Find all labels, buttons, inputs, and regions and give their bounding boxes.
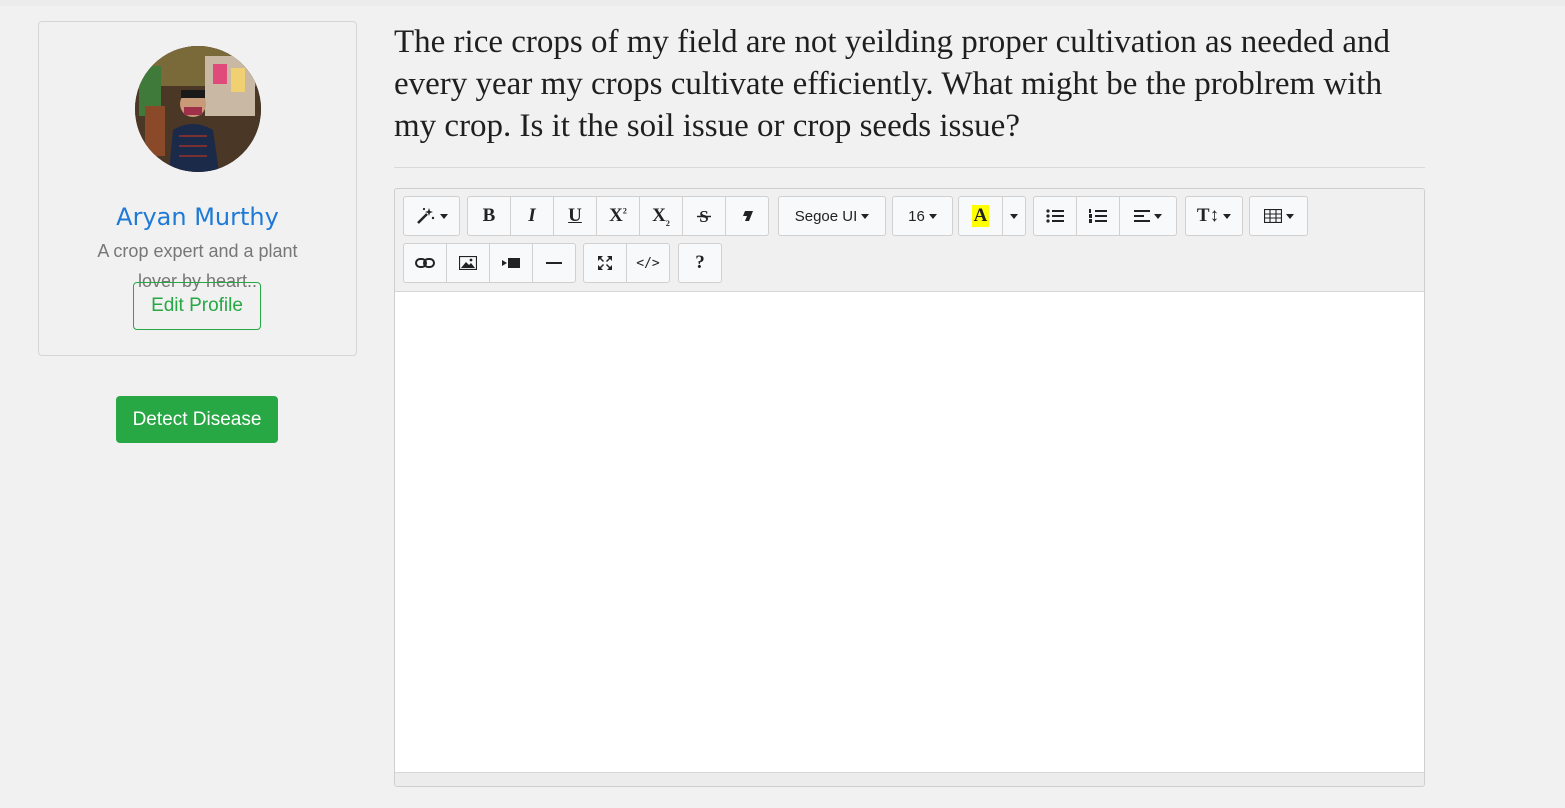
clear-format-button[interactable] — [725, 196, 769, 236]
editor-toolbar: B I U X2 X2 Segoe UI 16 A T↕ </> ? — [395, 189, 1424, 291]
color-dropdown-button[interactable] — [1002, 196, 1026, 236]
bold-button[interactable]: B — [467, 196, 511, 236]
font-size-group: 16 — [892, 196, 953, 236]
link-icon — [415, 258, 435, 268]
question-title: The rice crops of my field are not yeild… — [394, 24, 1391, 144]
bullet-list-icon — [1046, 209, 1064, 223]
video-icon — [502, 258, 520, 268]
help-button[interactable]: ? — [678, 243, 722, 283]
top-strip — [0, 0, 1565, 6]
numbered-list-icon — [1089, 209, 1107, 223]
magic-wand-icon — [416, 207, 434, 224]
link-button[interactable] — [403, 243, 447, 283]
line-height-group: T↕ — [1185, 196, 1243, 236]
profile-card: Aryan Murthy A crop expert and a plant l… — [38, 21, 357, 356]
align-left-icon — [1134, 210, 1150, 222]
text-color-icon: A — [971, 205, 990, 227]
picture-icon — [459, 256, 477, 270]
rich-text-editor: B I U X2 X2 Segoe UI 16 A T↕ </> ? — [394, 188, 1425, 787]
underline-icon: U — [568, 205, 582, 226]
style-group — [403, 196, 460, 236]
ordered-list-button[interactable] — [1076, 196, 1120, 236]
help-icon: ? — [695, 252, 705, 273]
fullscreen-button[interactable] — [583, 243, 627, 283]
text-color-button[interactable]: A — [958, 196, 1003, 236]
fullscreen-icon — [598, 256, 612, 270]
eraser-icon — [741, 211, 753, 221]
help-group: ? — [678, 243, 722, 283]
strikethrough-button[interactable]: S — [682, 196, 726, 236]
italic-button[interactable]: I — [510, 196, 554, 236]
table-icon — [1263, 209, 1282, 223]
font-style-group: B I U X2 X2 S — [467, 196, 769, 236]
superscript-button[interactable]: X2 — [596, 196, 640, 236]
unordered-list-button[interactable] — [1033, 196, 1077, 236]
subscript-icon: X2 — [652, 204, 670, 228]
style-button[interactable] — [403, 196, 460, 236]
paragraph-group — [1033, 196, 1177, 236]
underline-button[interactable]: U — [553, 196, 597, 236]
color-group: A — [958, 196, 1026, 236]
strikethrough-icon: S — [697, 207, 711, 225]
italic-icon: I — [528, 205, 536, 226]
avatar — [135, 46, 261, 172]
line-height-icon: T↕ — [1196, 205, 1220, 226]
picture-button[interactable] — [446, 243, 490, 283]
profile-name[interactable]: Aryan Murthy — [39, 203, 356, 231]
subscript-button[interactable]: X2 — [639, 196, 683, 236]
editor-content-area[interactable] — [395, 291, 1424, 773]
line-height-button[interactable]: T↕ — [1185, 196, 1243, 236]
horizontal-rule-icon — [546, 262, 562, 264]
table-group — [1249, 196, 1308, 236]
insert-group — [403, 243, 576, 283]
detect-disease-button[interactable]: Detect Disease — [116, 396, 278, 443]
view-group: </> — [583, 243, 670, 283]
code-icon: </> — [636, 255, 660, 271]
font-family-group: Segoe UI — [778, 196, 886, 236]
video-button[interactable] — [489, 243, 533, 283]
bold-icon: B — [482, 205, 496, 226]
edit-profile-button[interactable]: Edit Profile — [133, 282, 261, 330]
editor-resize-bar[interactable] — [395, 773, 1424, 786]
divider — [394, 167, 1425, 168]
font-family-select[interactable]: Segoe UI — [778, 196, 886, 236]
code-view-button[interactable]: </> — [626, 243, 670, 283]
superscript-icon: X2 — [609, 205, 627, 226]
table-button[interactable] — [1249, 196, 1308, 236]
align-button[interactable] — [1119, 196, 1177, 236]
font-size-select[interactable]: 16 — [892, 196, 953, 236]
horizontal-rule-button[interactable] — [532, 243, 576, 283]
